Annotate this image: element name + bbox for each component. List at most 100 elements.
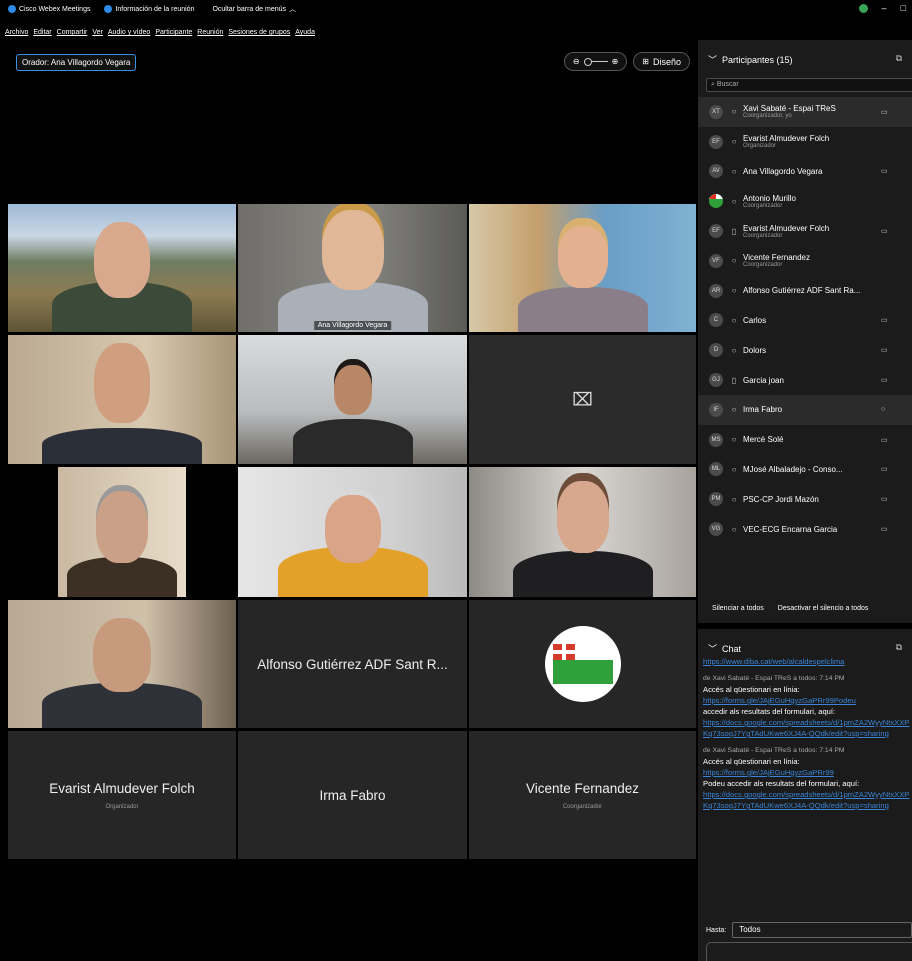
chevron-down-icon[interactable]: ﹀ [708,53,717,66]
mic-icon[interactable]: ▯ [729,227,739,236]
mic-icon[interactable]: ○ [729,525,739,534]
menu-sesiones[interactable]: Sesiones de grupos [228,29,290,41]
mic-icon[interactable]: ○ [729,316,739,325]
status-icon[interactable] [858,3,868,13]
video-tile-10[interactable] [8,600,236,728]
zoom-out-icon[interactable]: ⊖ [573,57,580,66]
chat-link[interactable]: https://forms.gle/JAjEGuHgyzGaPRr99 [703,767,912,778]
chat-popout-icon[interactable]: ⧉ [896,642,902,653]
video-icon[interactable]: ▭ [881,346,888,354]
participant-row[interactable]: EF ▯ Evarist Almudever Folch Coorganizador ▭ [698,216,912,246]
video-icon[interactable]: ▭ [881,227,888,235]
video-tile-camera-off[interactable]: ⌧ [469,335,696,464]
participant-search-input[interactable]: ⌕ Buscar [706,78,912,92]
zoom-control[interactable]: ⊖ ⊕ [563,52,628,71]
participant-name: Antonio Murillo [743,193,796,203]
video-tile-5[interactable] [238,335,467,464]
mic-icon[interactable]: ○ [729,107,739,116]
video-tile-irma[interactable]: Irma Fabro [238,731,467,859]
participant-row[interactable]: EF ○ Evarist Almudever Folch Organizador [698,127,912,157]
mic-icon[interactable]: ○ [729,286,739,295]
participant-row[interactable]: ML ○ MJosé Albaladejo - Conso... ▭ [698,455,912,485]
maximize-button[interactable]: □ [901,3,906,13]
chat-link[interactable]: https://www.diba.cat/web/alcaldespelclim… [703,656,912,667]
mic-icon[interactable]: ○ [729,495,739,504]
video-tile-4[interactable] [8,335,236,464]
layout-button[interactable]: ⊞ Diseño [633,52,690,71]
video-icon[interactable]: ▭ [881,108,888,116]
participants-header[interactable]: ﹀ Participantes (15) [708,53,793,66]
chat-link[interactable]: https://forms.gle/JAjEGuHgyzGaPRr99Podeu [703,695,912,706]
webex-logo-icon [8,5,16,13]
chat-header[interactable]: ﹀ Chat [708,642,741,655]
video-tile-7[interactable] [8,467,236,597]
avatar: XT [709,104,723,119]
mic-icon[interactable]: ○ [729,346,739,355]
video-icon[interactable]: ▭ [881,376,888,384]
app-title[interactable]: Cisco Webex Meetings [8,5,90,13]
participant-row[interactable]: XT ○ Xavi Sabaté - Espai TReS Coorganizador… [698,97,912,127]
meeting-info-button[interactable]: Información de la reunión [104,5,194,13]
menu-ayuda[interactable]: Ayuda [295,29,315,41]
video-tile-evarist[interactable]: Evarist Almudever Folch Organizador [8,731,236,859]
mic-icon[interactable]: ○ [729,256,739,265]
minimize-button[interactable]: – [882,3,887,13]
video-tile-8[interactable] [238,467,467,597]
avatar: VF [709,253,723,268]
participant-row[interactable]: ○ Antonio Murillo Coorganizador [698,186,912,216]
participant-row[interactable]: MS ○ Mercè Solé ▭ [698,425,912,455]
mic-icon[interactable]: ○ [729,137,739,146]
avatar: C [709,313,723,328]
participant-row[interactable]: AR ○ Alfonso Gutiérrez ADF Sant Ra... [698,276,912,306]
menu-editar[interactable]: Editar [33,29,51,41]
mic-icon[interactable]: ○ [729,197,739,206]
chevron-down-icon[interactable]: ﹀ [708,642,717,655]
mic-icon[interactable]: ○ [729,435,739,444]
menu-participante[interactable]: Participante [155,29,192,41]
participant-row[interactable]: D ○ Dolors ▭ [698,335,912,365]
mute-all-button[interactable]: Silenciar a todos [712,605,764,612]
mic-icon[interactable]: ○ [729,465,739,474]
avatar: EF [709,224,723,239]
video-tile-1[interactable] [8,204,236,332]
chat-link[interactable]: https://docs.google.com/spreadsheets/d/1… [703,717,912,739]
hide-menu-button[interactable]: Ocultar barra de menús ︿ [212,4,296,14]
video-tile-flag[interactable] [469,600,696,728]
zoom-slider[interactable] [583,58,608,66]
mic-icon[interactable]: ▯ [729,376,739,385]
unmute-all-button[interactable]: Desactivar el silencio a todos [778,605,869,612]
video-icon[interactable]: ▭ [881,495,888,503]
participant-row[interactable]: C ○ Carlos ▭ [698,306,912,336]
video-tile-vicente[interactable]: Vicente Fernandez Coorganizador [469,731,696,859]
video-icon[interactable]: ○ [881,406,885,413]
participant-row[interactable]: VG ○ VEC-ECG Encarna Garcia ▭ [698,514,912,544]
avatar: AR [709,283,723,298]
video-tile-alfonso[interactable]: Alfonso Gutiérrez ADF Sant R... [238,600,467,728]
participant-row[interactable]: PM ○ PSC-CP Jordi Mazón ▭ [698,484,912,514]
video-tile-3[interactable] [469,204,696,332]
menu-archivo[interactable]: Archivo [5,29,28,41]
video-tile-9[interactable] [469,467,696,597]
menu-compartir[interactable]: Compartir [57,29,88,41]
video-icon[interactable]: ▭ [881,525,888,533]
popout-icon[interactable]: ⧉ [896,53,902,64]
mic-icon[interactable]: ○ [729,167,739,176]
video-tile-active-speaker[interactable]: Ana Villagordo Vegara [238,204,467,332]
participant-row[interactable]: AV ○ Ana Villagordo Vegara ▭ [698,157,912,187]
recipient-select[interactable]: Todos [732,922,912,938]
video-icon[interactable]: ▭ [881,465,888,473]
menu-audio-video[interactable]: Audio y vídeo [108,29,150,41]
chat-link[interactable]: https://docs.google.com/spreadsheets/d/1… [703,789,912,811]
participant-row[interactable]: VF ○ Vicente Fernandez Coorganizador [698,246,912,276]
video-icon[interactable]: ▭ [881,167,888,175]
video-icon[interactable]: ▭ [881,436,888,444]
video-icon[interactable]: ▭ [881,316,888,324]
avatar: VG [709,522,723,537]
zoom-in-icon[interactable]: ⊕ [612,57,619,66]
chat-compose-input[interactable] [706,942,912,961]
menu-reunion[interactable]: Reunión [197,29,223,41]
mic-icon[interactable]: ○ [729,405,739,414]
menu-ver[interactable]: Ver [92,29,103,41]
participant-row[interactable]: GJ ▯ Garcia joan ▭ [698,365,912,395]
participant-row[interactable]: IF ○ Irma Fabro ○ [698,394,912,425]
